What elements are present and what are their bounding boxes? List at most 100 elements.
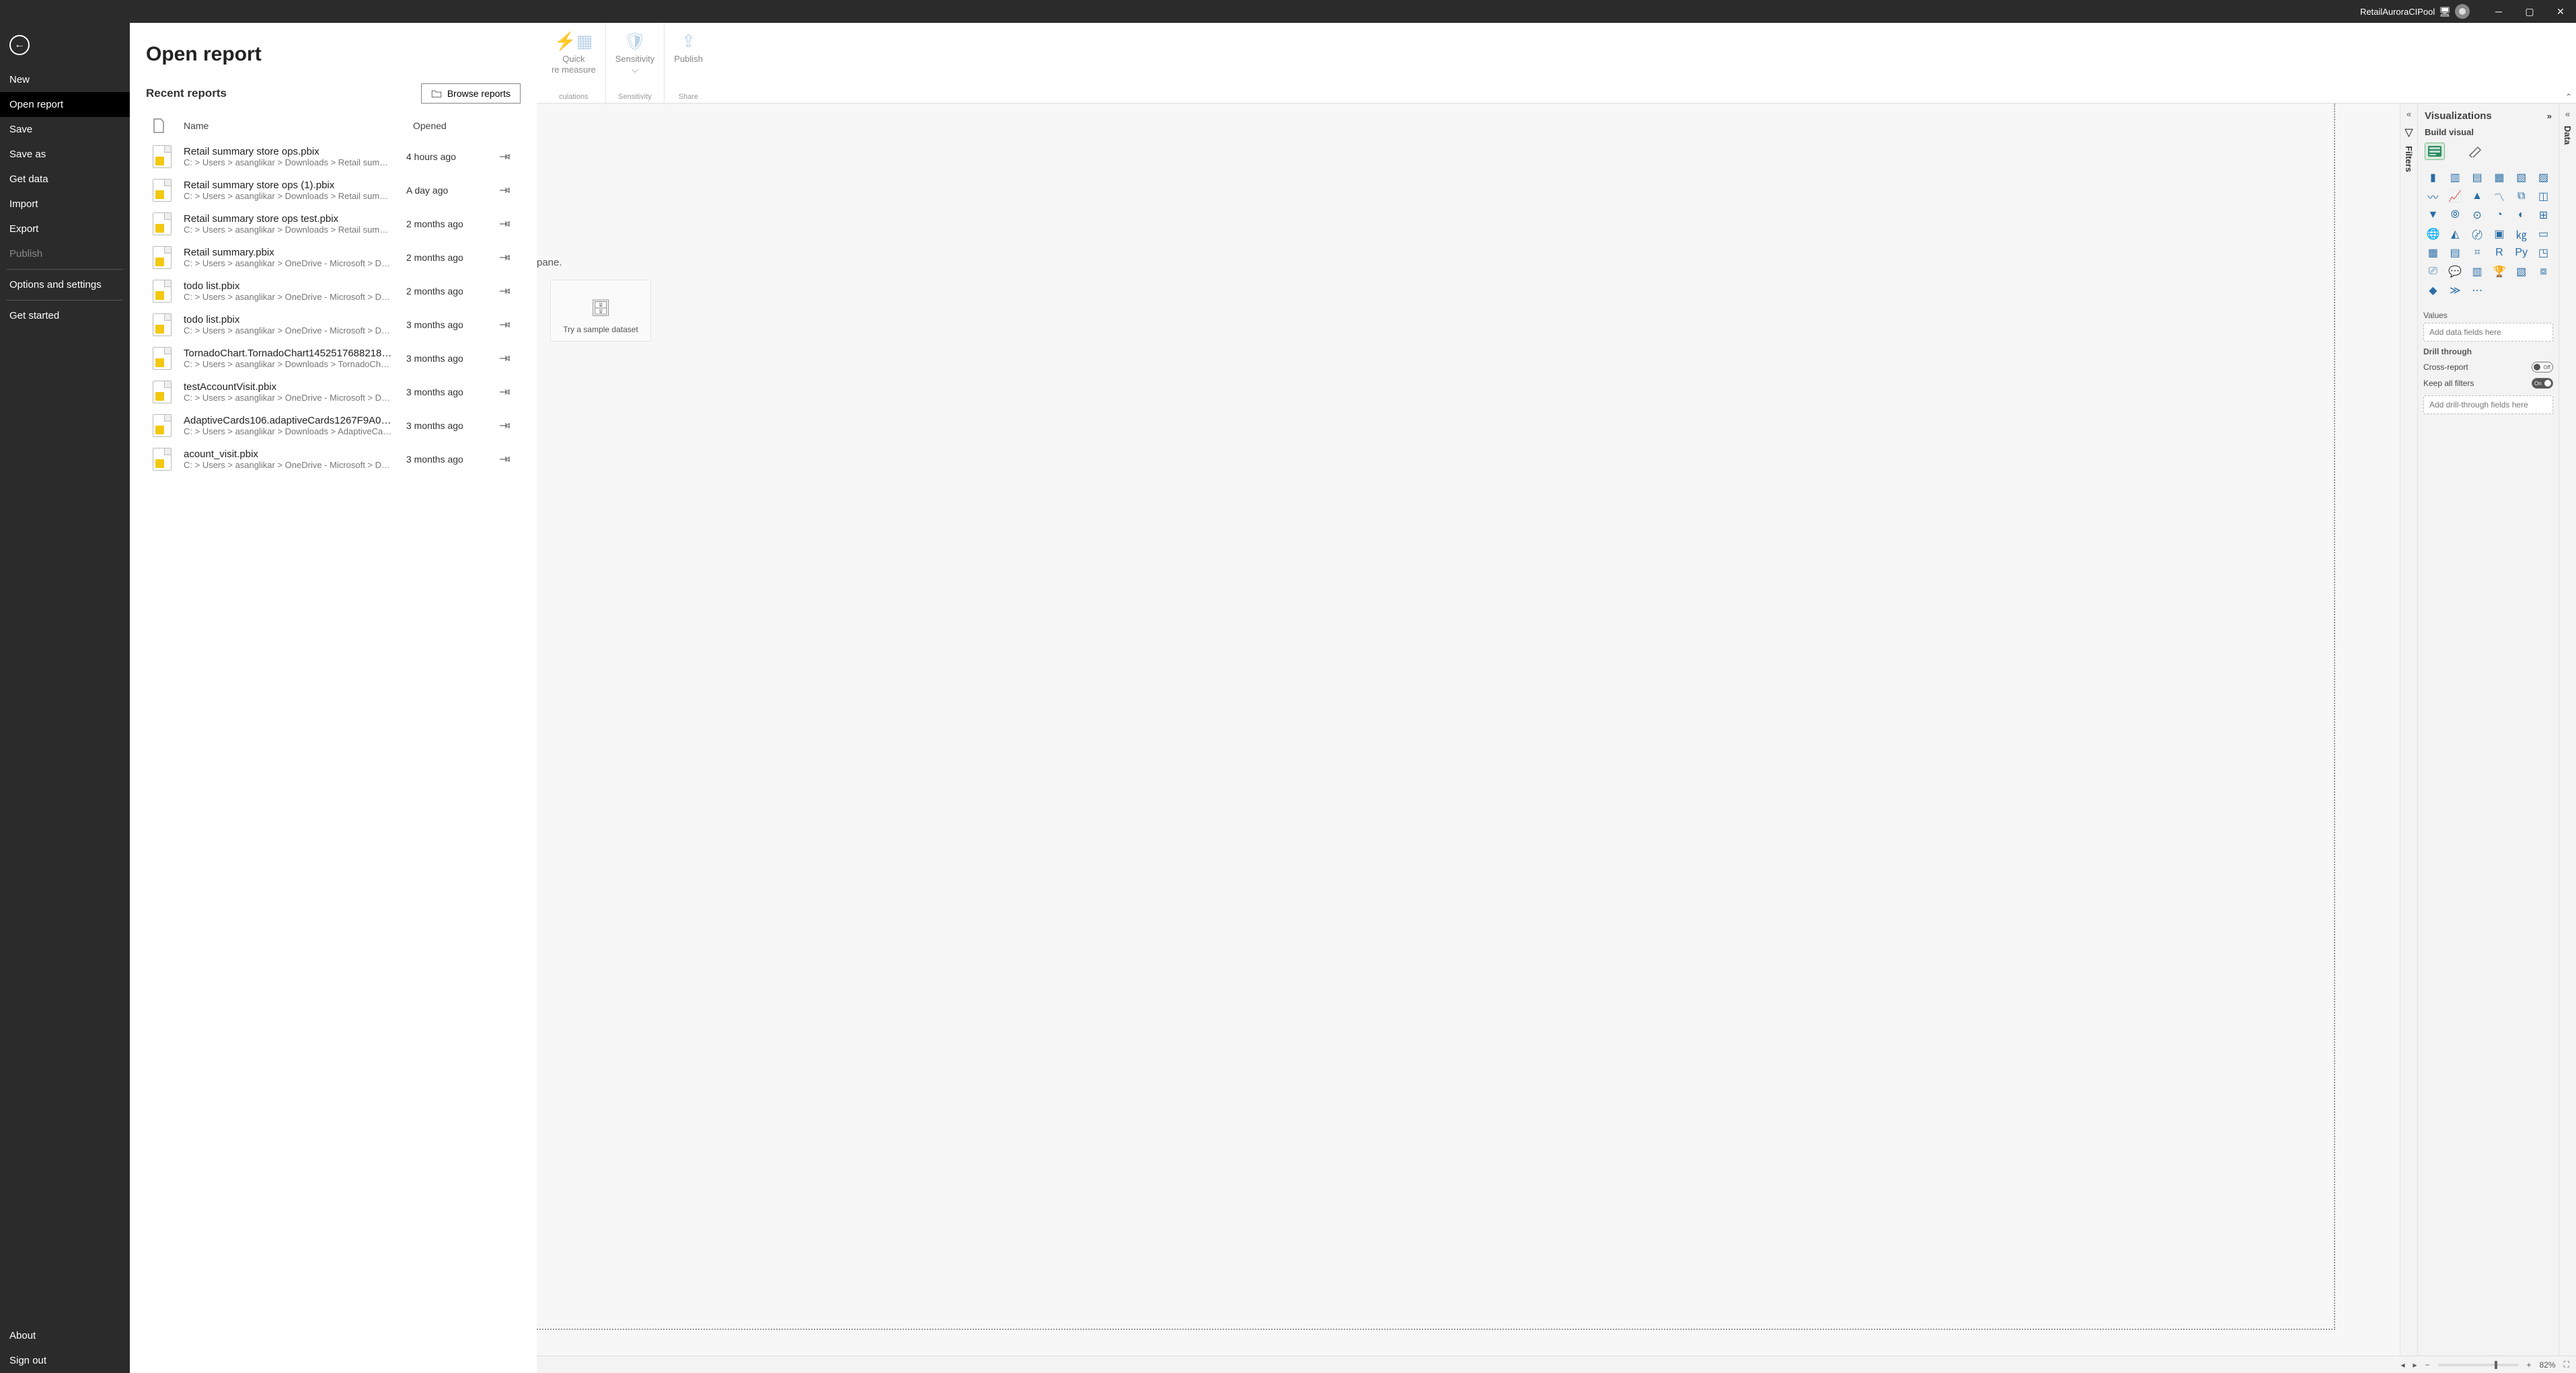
viz-type-button[interactable]: ⧉: [2511, 188, 2531, 204]
viz-type-button[interactable]: ▧: [2511, 264, 2531, 280]
viz-type-button[interactable]: ▲: [2468, 188, 2487, 204]
viz-type-button[interactable]: ▨: [2534, 169, 2553, 186]
pin-button[interactable]: [499, 421, 518, 430]
filemenu-new[interactable]: New: [0, 67, 130, 92]
recent-report-row[interactable]: todo list.pbixC: > Users > asanglikar > …: [146, 274, 521, 308]
build-visual-tab[interactable]: [2425, 143, 2445, 160]
pin-button[interactable]: [499, 455, 518, 464]
viz-type-button[interactable]: 🏆: [2490, 264, 2509, 280]
recent-report-row[interactable]: todo list.pbixC: > Users > asanglikar > …: [146, 308, 521, 342]
viz-type-button[interactable]: ≫: [2446, 282, 2465, 299]
viz-type-button[interactable]: 📈: [2446, 188, 2465, 204]
close-button[interactable]: ✕: [2545, 0, 2576, 23]
pin-button[interactable]: [499, 387, 518, 397]
recent-report-row[interactable]: Retail summary store ops (1).pbixC: > Us…: [146, 173, 521, 207]
viz-type-button[interactable]: ▥: [2446, 169, 2465, 186]
filters-pane-collapsed[interactable]: « ▽ Filters: [2400, 104, 2417, 1373]
viz-type-button[interactable]: ⦾: [2446, 207, 2465, 223]
filemenu-open-report[interactable]: Open report: [0, 92, 130, 117]
viz-type-button[interactable]: ⋯: [2468, 282, 2487, 299]
minimize-button[interactable]: ─: [2483, 0, 2514, 23]
viz-type-button[interactable]: ▧: [2511, 169, 2531, 186]
back-button[interactable]: ←: [9, 35, 30, 55]
recent-report-row[interactable]: Retail summary store ops test.pbixC: > U…: [146, 207, 521, 241]
viz-type-button[interactable]: ▣: [2490, 226, 2509, 242]
recent-report-row[interactable]: testAccountVisit.pbixC: > Users > asangl…: [146, 375, 521, 409]
ribbon-collapse-button[interactable]: ⌃: [2565, 92, 2572, 102]
col-name-header[interactable]: Name: [184, 120, 401, 131]
viz-type-button[interactable]: ▮: [2423, 169, 2443, 186]
keep-filters-toggle[interactable]: On: [2532, 378, 2553, 389]
filemenu-import[interactable]: Import: [0, 192, 130, 217]
viz-type-button[interactable]: ◳: [2534, 245, 2553, 261]
pin-button[interactable]: [499, 354, 518, 363]
viz-type-button[interactable]: Py: [2511, 245, 2531, 261]
filemenu-save-as[interactable]: Save as: [0, 142, 130, 167]
viz-type-button[interactable]: ▤: [2468, 169, 2487, 186]
viz-type-button[interactable]: ⌗: [2468, 245, 2487, 261]
viz-type-button[interactable]: ▭: [2534, 226, 2553, 242]
ribbon-publish[interactable]: ⇪ Publish Share: [665, 23, 712, 103]
pin-button[interactable]: [499, 219, 518, 229]
filemenu-sign-out[interactable]: Sign out: [0, 1348, 130, 1373]
report-canvas[interactable]: pane. 🗄 Try a sample dataset: [537, 104, 2400, 1373]
viz-type-button[interactable]: ▥: [2468, 264, 2487, 280]
browse-reports-button[interactable]: Browse reports: [421, 83, 521, 104]
viz-type-button[interactable]: ◫: [2534, 188, 2553, 204]
viz-type-button[interactable]: ▤: [2446, 245, 2465, 261]
zoom-slider[interactable]: [2438, 1364, 2519, 1366]
ribbon-quick-measure[interactable]: ⚡▦ Quick re measure culations: [542, 23, 606, 103]
drillthrough-dropzone[interactable]: Add drill-through fields here: [2423, 395, 2553, 414]
viz-type-button[interactable]: 〽: [2490, 188, 2509, 204]
viz-type-button[interactable]: ⧈: [2534, 264, 2553, 280]
cross-report-label: Cross-report: [2423, 362, 2468, 372]
viz-type-button[interactable]: ◔: [2490, 207, 2509, 223]
recent-report-row[interactable]: AdaptiveCards106.adaptiveCards1267F9A029…: [146, 409, 521, 442]
filemenu-get-started[interactable]: Get started: [0, 303, 130, 328]
pin-button[interactable]: [499, 152, 518, 161]
viz-type-button[interactable]: ㎏: [2511, 226, 2531, 242]
viz-type-button[interactable]: 〰: [2423, 188, 2443, 204]
sample-dataset-card[interactable]: 🗄 Try a sample dataset: [550, 280, 651, 342]
filemenu-export[interactable]: Export: [0, 217, 130, 241]
viz-type-button[interactable]: ⊞: [2534, 207, 2553, 223]
viz-type-button[interactable]: ▦: [2423, 245, 2443, 261]
viz-type-button[interactable]: ⎚: [2423, 264, 2443, 280]
user-account[interactable]: RetailAuroraCIPool 🖥: [2360, 4, 2470, 19]
data-pane-collapsed[interactable]: « Data: [2559, 104, 2576, 1373]
viz-type-button[interactable]: ⊙: [2468, 207, 2487, 223]
viz-type-button[interactable]: 🌐: [2423, 226, 2443, 242]
maximize-button[interactable]: ▢: [2514, 0, 2545, 23]
filemenu-about[interactable]: About: [0, 1323, 130, 1348]
zoom-out-button[interactable]: −: [2425, 1360, 2430, 1370]
values-dropzone[interactable]: Add data fields here: [2423, 323, 2553, 342]
pin-button[interactable]: [499, 320, 518, 329]
viz-type-button[interactable]: ◐: [2511, 207, 2531, 223]
viz-type-button[interactable]: ◭: [2446, 226, 2465, 242]
filemenu-get-data[interactable]: Get data: [0, 167, 130, 192]
recent-report-row[interactable]: Retail summary store ops.pbixC: > Users …: [146, 140, 521, 173]
recent-report-row[interactable]: TornadoChart.TornadoChart1452517688218.2…: [146, 342, 521, 375]
viz-type-button[interactable]: R: [2490, 245, 2509, 261]
ribbon-sensitivity[interactable]: 🛡 Sensitivity ⌵ Sensitivity: [606, 23, 665, 103]
recent-report-row[interactable]: acount_visit.pbixC: > Users > asanglikar…: [146, 442, 521, 476]
filemenu-save[interactable]: Save: [0, 117, 130, 142]
recent-report-row[interactable]: Retail summary.pbixC: > Users > asanglik…: [146, 241, 521, 274]
viz-type-button[interactable]: 💬: [2446, 264, 2465, 280]
collapse-viz-icon[interactable]: »: [2547, 111, 2552, 121]
pin-button[interactable]: [499, 186, 518, 195]
zoom-in-button[interactable]: +: [2527, 1360, 2532, 1370]
col-opened-header[interactable]: Opened: [413, 120, 521, 131]
viz-type-button[interactable]: 〄: [2468, 226, 2487, 242]
filemenu-options[interactable]: Options and settings: [0, 272, 130, 297]
cross-report-toggle[interactable]: Off: [2532, 362, 2553, 372]
viz-type-button[interactable]: ◆: [2423, 282, 2443, 299]
pin-button[interactable]: [499, 286, 518, 296]
fit-to-page-button[interactable]: ⛶: [2564, 1360, 2569, 1370]
page-nav-prev[interactable]: ◂: [2400, 1360, 2404, 1370]
viz-type-button[interactable]: ▼: [2423, 207, 2443, 223]
viz-type-button[interactable]: ▦: [2490, 169, 2509, 186]
page-nav-next[interactable]: ▸: [2413, 1360, 2417, 1370]
pin-button[interactable]: [499, 253, 518, 262]
format-visual-tab[interactable]: [2465, 143, 2485, 160]
